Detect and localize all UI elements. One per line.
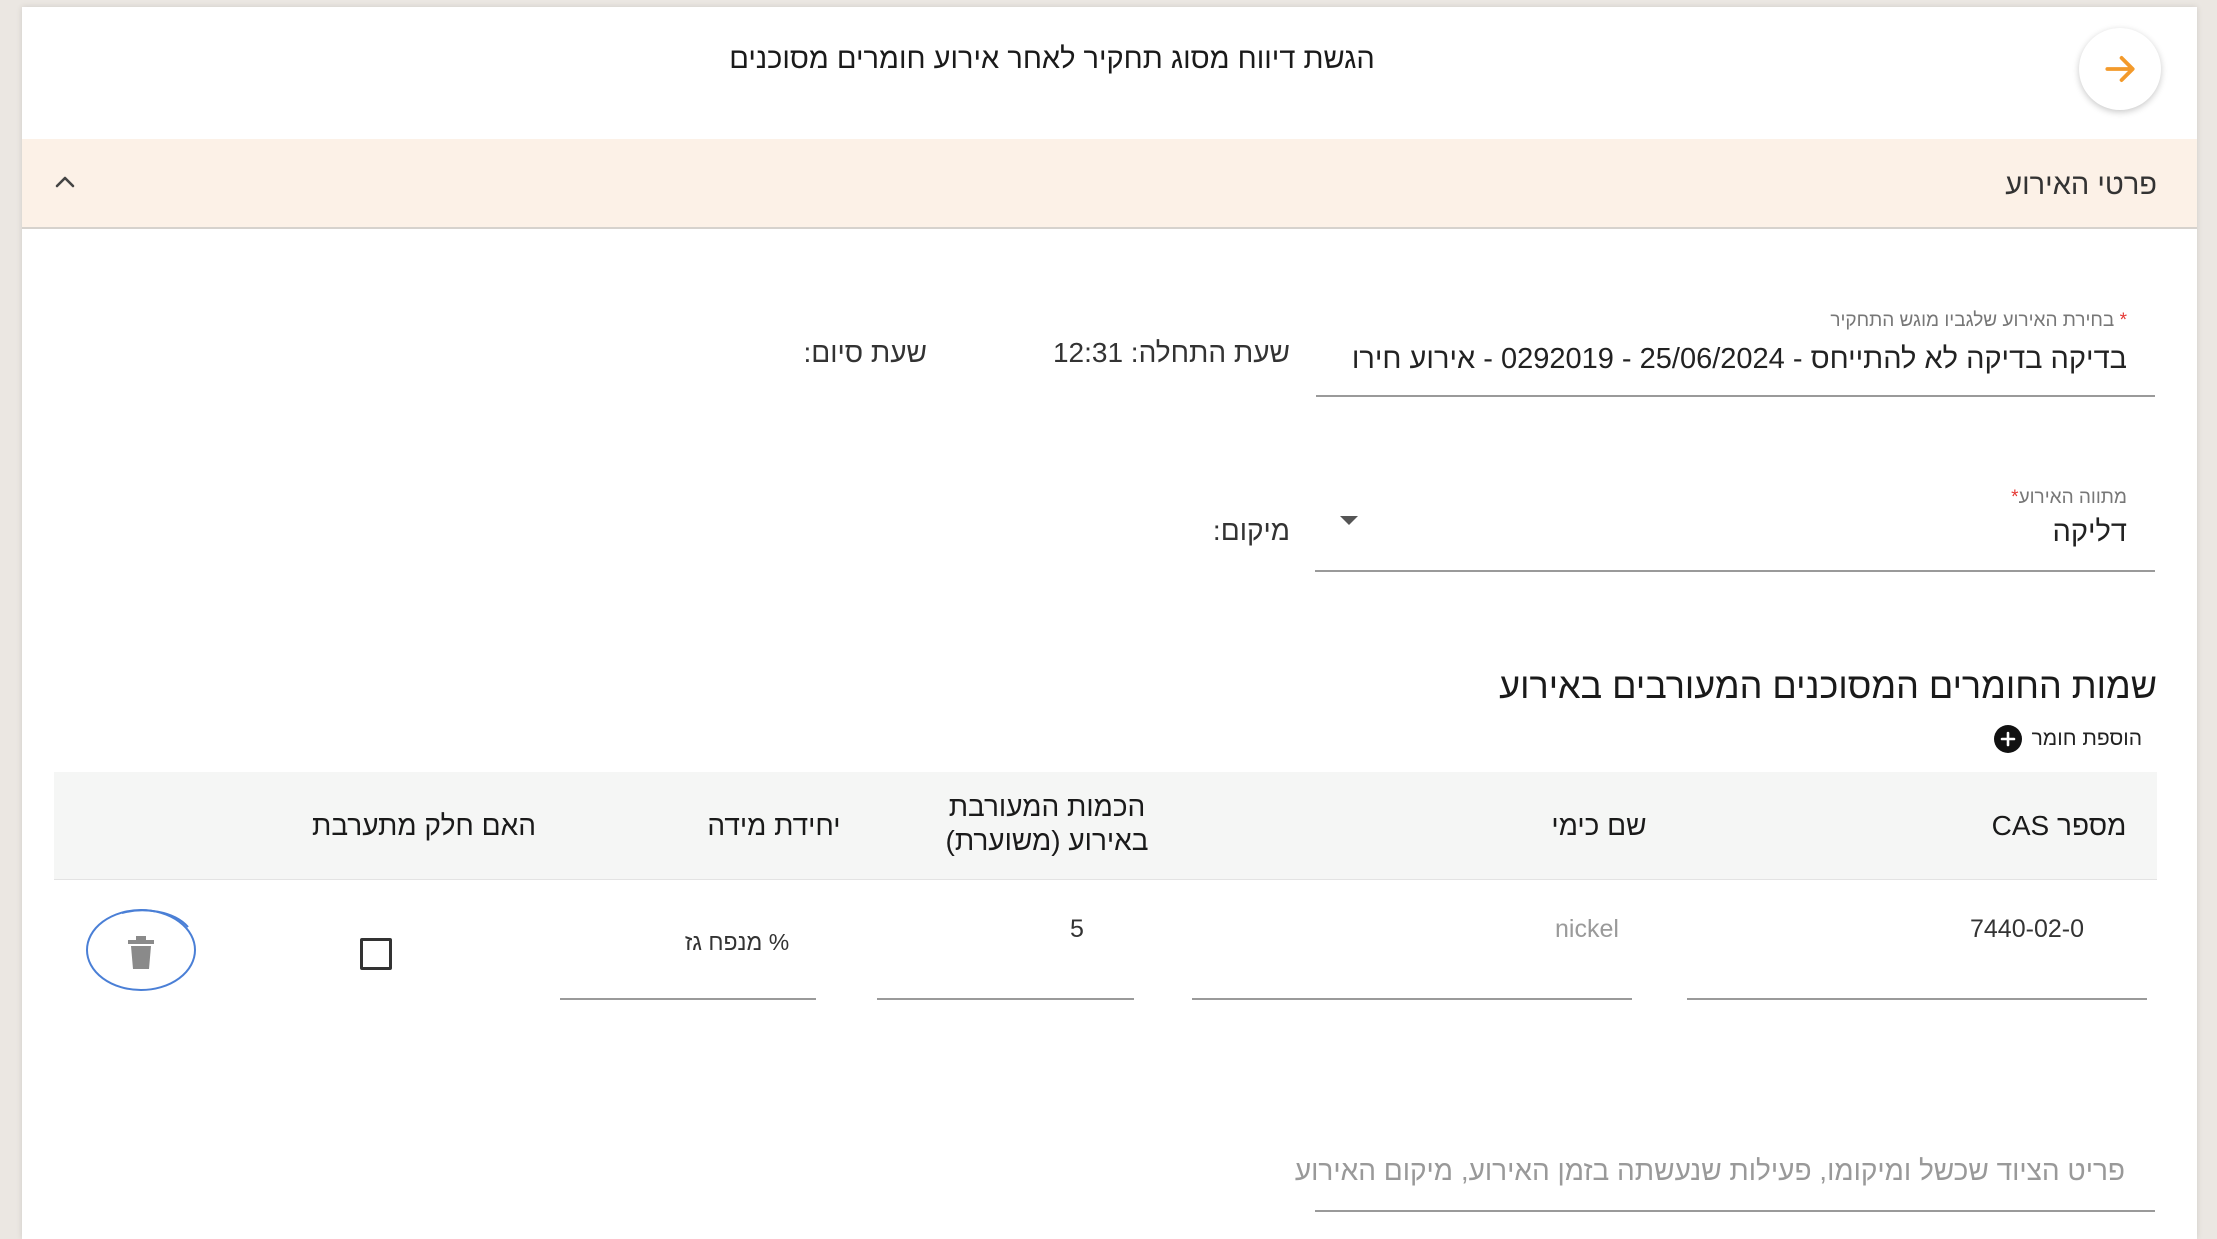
cas-input[interactable]: 7440-02-0 xyxy=(1932,915,2122,944)
col-cas: מספר CAS xyxy=(1991,810,2127,841)
plus-circle-icon xyxy=(1993,725,2022,753)
event-select-underline xyxy=(1316,395,2155,397)
page-title: הגשת דיווח מסוג תחקיר לאחר אירוע חומרים … xyxy=(729,43,1375,75)
col-chemical-name: שם כימי xyxy=(1551,810,1647,841)
col-intervention: האם חלק מתערבת xyxy=(312,810,536,841)
scenario-select[interactable]: דליקה xyxy=(2053,516,2127,549)
scenario-underline xyxy=(1315,570,2155,572)
cas-underline xyxy=(1687,998,2147,1000)
materials-heading: שמות החומרים המסוכנים המעורבים באירוע xyxy=(1499,665,2157,706)
add-material-button[interactable]: הוספת חומר xyxy=(1993,725,2142,753)
chevron-down-icon[interactable] xyxy=(1340,516,1358,525)
trash-icon xyxy=(128,936,154,969)
chemical-name-underline xyxy=(1192,998,1632,1000)
event-select-label-text: בחירת האירוע שלגביו מוגש התחקיר xyxy=(1830,310,2115,331)
event-select-label: * בחירת האירוע שלגביו מוגש התחקיר xyxy=(1830,310,2127,332)
section-title: פרטי האירוע xyxy=(2005,169,2157,201)
scenario-label: מתווה האירוע* xyxy=(2011,487,2127,509)
col-unit: יחידת מידה xyxy=(707,810,841,841)
chemical-name-input[interactable]: nickel xyxy=(1522,915,1652,944)
event-select-value[interactable]: בדיקה בדיקה לא להתייחס - 25/06/2024 - 02… xyxy=(1352,343,2127,376)
description-underline xyxy=(1315,1210,2155,1212)
chevron-up-icon[interactable] xyxy=(50,167,80,197)
description-input[interactable]: פריט הציוד שכשל ומיקומו, פעילות שנעשתה ב… xyxy=(1295,1155,2125,1187)
col-quantity: הכמות המעורבת באירוע (משוערת) xyxy=(945,791,1149,856)
add-material-label: הוספת חומר xyxy=(2031,727,2142,750)
end-time: שעת סיום: xyxy=(803,337,927,368)
scenario-label-text: מתווה האירוע xyxy=(2018,487,2127,508)
page-header: הגשת דיווח מסוג תחקיר לאחר אירוע חומרים … xyxy=(22,7,2197,139)
report-form-page: הגשת דיווח מסוג תחקיר לאחר אירוע חומרים … xyxy=(22,7,2197,1239)
materials-table-header: מספר CAS שם כימי הכמות המעורבת באירוע (מ… xyxy=(54,772,2157,880)
required-mark: * xyxy=(2011,487,2019,508)
event-details-section-header[interactable]: פרטי האירוע xyxy=(22,139,2197,229)
unit-underline xyxy=(560,998,816,1000)
start-time: שעת התחלה: 12:31 xyxy=(1052,337,1290,368)
back-button[interactable] xyxy=(2079,28,2161,110)
unit-select[interactable]: % מנפח גז xyxy=(662,929,812,956)
arrow-right-icon xyxy=(2105,56,2135,82)
location-label: מיקום: xyxy=(1212,515,1290,546)
quantity-input[interactable]: 5 xyxy=(1052,915,1102,944)
required-mark: * xyxy=(2119,310,2127,331)
intervention-checkbox[interactable] xyxy=(360,938,392,970)
delete-row-button[interactable] xyxy=(84,905,198,993)
quantity-underline xyxy=(877,998,1134,1000)
